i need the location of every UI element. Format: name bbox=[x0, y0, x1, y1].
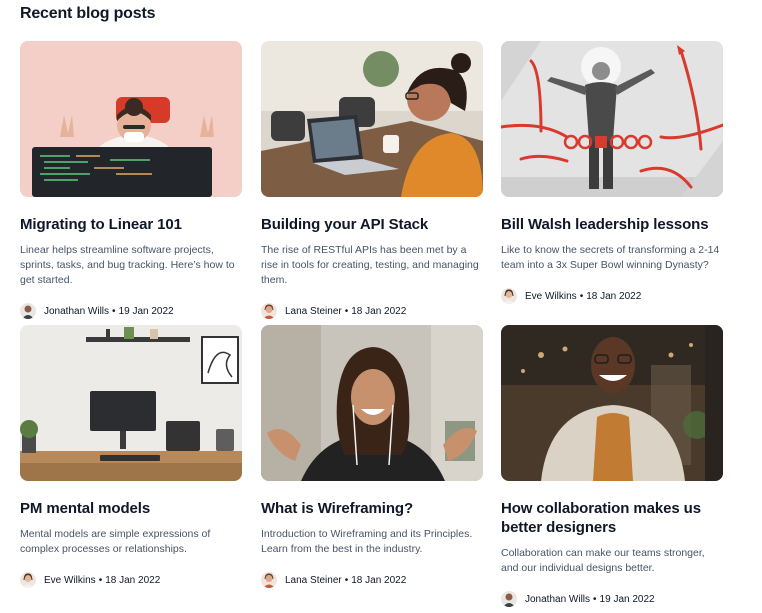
post-title[interactable]: PM mental models bbox=[20, 499, 242, 518]
post-meta: Lana Steiner • 18 Jan 2022 bbox=[261, 302, 483, 320]
author-name[interactable]: Lana Steiner bbox=[285, 575, 342, 586]
post-meta: Jonathan Wills • 19 Jan 2022 bbox=[20, 302, 242, 320]
blog-card[interactable]: How collaboration makes us better design… bbox=[501, 325, 723, 608]
author-name[interactable]: Eve Wilkins bbox=[525, 291, 577, 302]
post-thumbnail-woman-at-laptop[interactable] bbox=[20, 41, 242, 197]
post-thumbnail-desk-setup[interactable] bbox=[20, 325, 242, 481]
post-meta: Jonathan Wills • 19 Jan 2022 bbox=[501, 590, 723, 608]
post-thumbnail-video-call[interactable] bbox=[261, 41, 483, 197]
post-date: 18 Jan 2022 bbox=[105, 574, 161, 586]
post-meta: Eve Wilkins • 18 Jan 2022 bbox=[20, 571, 242, 589]
post-excerpt: Mental models are simple expressions of … bbox=[20, 528, 211, 555]
blog-card[interactable]: PM mental models Mental models are simpl… bbox=[20, 325, 242, 589]
post-date: 19 Jan 2022 bbox=[118, 305, 174, 317]
post-thumbnail-woman-headphones[interactable] bbox=[261, 325, 483, 481]
post-date: 19 Jan 2022 bbox=[599, 593, 655, 605]
meta-separator: • bbox=[579, 290, 584, 302]
post-excerpt: The rise of RESTful APIs has been met by… bbox=[261, 244, 479, 286]
post-date: 18 Jan 2022 bbox=[586, 290, 642, 302]
post-title[interactable]: How collaboration makes us better design… bbox=[501, 499, 723, 537]
post-excerpt: Introduction to Wireframing and its Prin… bbox=[261, 528, 473, 555]
meta-separator: • bbox=[98, 574, 103, 586]
blog-card[interactable]: What is Wireframing? Introduction to Wir… bbox=[261, 325, 483, 589]
meta-separator: • bbox=[344, 574, 349, 586]
blog-card[interactable]: Bill Walsh leadership lessons Like to kn… bbox=[501, 41, 723, 305]
avatar bbox=[501, 591, 517, 607]
post-excerpt: Collaboration can make our teams stronge… bbox=[501, 547, 705, 574]
post-date: 18 Jan 2022 bbox=[351, 574, 407, 586]
avatar bbox=[261, 572, 277, 588]
avatar bbox=[501, 288, 517, 304]
post-title[interactable]: Bill Walsh leadership lessons bbox=[501, 215, 723, 234]
author-name[interactable]: Jonathan Wills bbox=[525, 594, 590, 605]
post-title[interactable]: What is Wireframing? bbox=[261, 499, 483, 518]
post-date: 18 Jan 2022 bbox=[351, 305, 407, 317]
post-excerpt: Like to know the secrets of transforming… bbox=[501, 244, 720, 271]
post-title[interactable]: Migrating to Linear 101 bbox=[20, 215, 242, 234]
avatar bbox=[261, 303, 277, 319]
post-thumbnail-playbook[interactable] bbox=[501, 41, 723, 197]
author-name[interactable]: Jonathan Wills bbox=[44, 306, 109, 317]
author-name[interactable]: Lana Steiner bbox=[285, 306, 342, 317]
author-name[interactable]: Eve Wilkins bbox=[44, 575, 96, 586]
section-title: Recent blog posts bbox=[20, 5, 156, 22]
avatar bbox=[20, 303, 36, 319]
meta-separator: • bbox=[593, 593, 597, 605]
post-thumbnail-man-smiling[interactable] bbox=[501, 325, 723, 481]
post-meta: Lana Steiner • 18 Jan 2022 bbox=[261, 571, 483, 589]
blog-card[interactable]: Migrating to Linear 101 Linear helps str… bbox=[20, 41, 242, 320]
post-excerpt: Linear helps streamline software project… bbox=[20, 244, 235, 286]
meta-separator: • bbox=[112, 305, 116, 317]
avatar bbox=[20, 572, 36, 588]
post-meta: Eve Wilkins • 18 Jan 2022 bbox=[501, 287, 723, 305]
meta-separator: • bbox=[344, 305, 349, 317]
post-title[interactable]: Building your API Stack bbox=[261, 215, 483, 234]
blog-card[interactable]: Building your API Stack The rise of REST… bbox=[261, 41, 483, 320]
